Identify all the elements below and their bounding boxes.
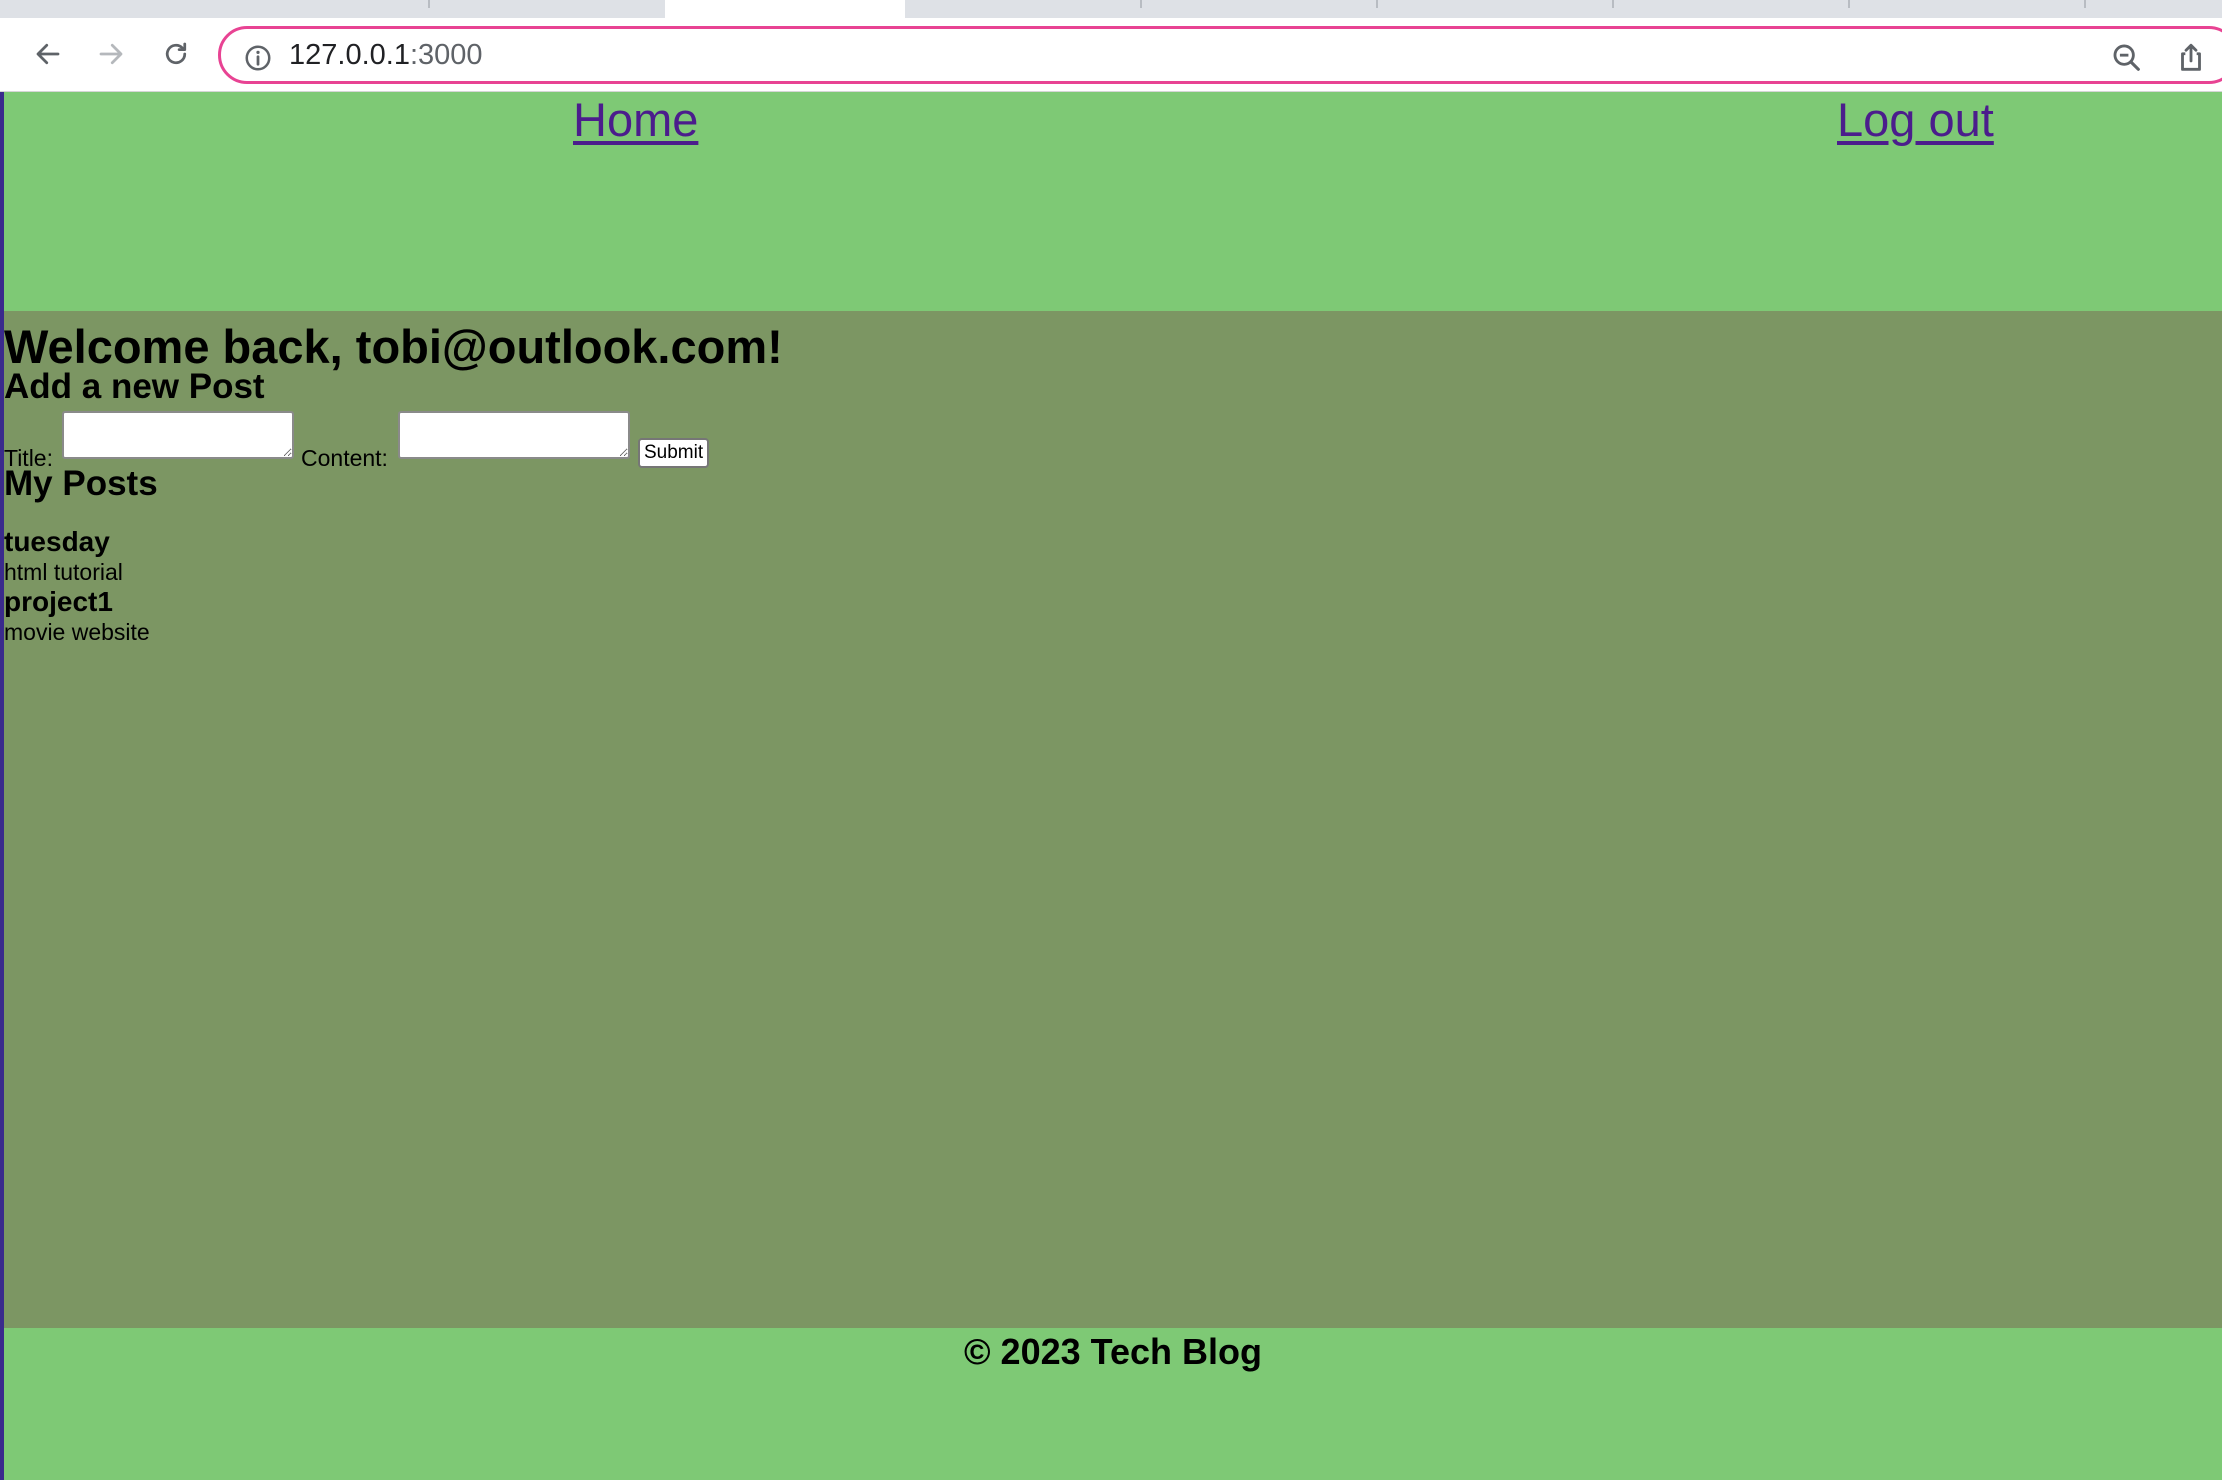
forward-button[interactable] bbox=[90, 33, 132, 75]
arrow-left-icon bbox=[36, 43, 60, 65]
zoom-out-icon[interactable] bbox=[2110, 41, 2144, 75]
post-item: project1 movie website bbox=[4, 586, 150, 646]
address-bar[interactable]: 127.0.0.1:3000 bbox=[218, 26, 2222, 84]
add-post-heading: Add a new Post bbox=[4, 367, 265, 406]
browser-tab-strip bbox=[0, 0, 2222, 18]
browser-tab[interactable] bbox=[0, 0, 665, 18]
reload-icon bbox=[165, 42, 187, 65]
submit-button[interactable]: Submit bbox=[638, 438, 710, 468]
page-body: Home Log out Welcome back, tobi@outlook.… bbox=[4, 92, 2222, 1480]
tab-divider bbox=[2084, 0, 2086, 8]
tab-divider bbox=[1848, 0, 1850, 8]
logout-link[interactable]: Log out bbox=[1837, 92, 1994, 148]
content-label: Content: bbox=[301, 445, 388, 471]
url-host: 127.0.0.1 bbox=[289, 39, 410, 71]
tab-divider bbox=[1376, 0, 1378, 8]
footer-copyright: © 2023 Tech Blog bbox=[964, 1331, 1262, 1372]
browser-tab-active[interactable] bbox=[665, 0, 905, 18]
tab-divider bbox=[1612, 0, 1614, 8]
share-icon[interactable] bbox=[2174, 41, 2208, 75]
tab-divider bbox=[428, 0, 430, 8]
my-posts-heading: My Posts bbox=[4, 464, 158, 503]
post-item: tuesday html tutorial bbox=[4, 526, 150, 586]
post-list: tuesday html tutorial project1 movie web… bbox=[4, 526, 150, 646]
url-text[interactable]: 127.0.0.1:3000 bbox=[289, 39, 483, 71]
post-content: html tutorial bbox=[4, 559, 123, 585]
url-port: :3000 bbox=[409, 39, 483, 71]
tab-divider bbox=[1140, 0, 1142, 8]
title-input[interactable] bbox=[62, 411, 294, 459]
post-content: movie website bbox=[4, 619, 150, 645]
content-input[interactable] bbox=[398, 411, 630, 459]
post-title: project1 bbox=[4, 586, 113, 617]
arrow-right-icon bbox=[99, 43, 123, 65]
site-header: Home Log out bbox=[4, 92, 2222, 311]
info-icon[interactable] bbox=[243, 43, 273, 73]
reload-button[interactable] bbox=[155, 33, 197, 75]
back-button[interactable] bbox=[27, 33, 69, 75]
home-link[interactable]: Home bbox=[573, 92, 698, 148]
site-footer: © 2023 Tech Blog bbox=[4, 1328, 2222, 1480]
post-title: tuesday bbox=[4, 526, 110, 557]
browser-toolbar: 127.0.0.1:3000 bbox=[0, 18, 2222, 92]
